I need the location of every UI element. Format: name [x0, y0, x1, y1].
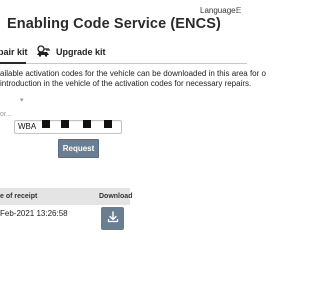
redaction-mask: [83, 120, 91, 128]
download-icon: [107, 210, 119, 228]
car-key-icon: [36, 44, 52, 57]
download-button[interactable]: [101, 207, 124, 230]
page-title: Enabling Code Service (ENCS): [7, 16, 221, 32]
active-tab-indicator: [0, 62, 26, 64]
chevron-down-icon: ▾: [20, 97, 24, 104]
language-selector[interactable]: E: [236, 6, 241, 15]
tab-repair-kit[interactable]: pair kit: [0, 47, 28, 61]
info-text: ailable activation codes for the vehicle…: [0, 69, 266, 89]
row-date: Feb-2021 13:26:58: [0, 209, 68, 218]
vin-label: or...: [0, 111, 12, 118]
info-line-1: ailable activation codes for the vehicle…: [0, 69, 266, 78]
info-line-2: introduction in the vehicle of the activ…: [0, 79, 252, 88]
request-button[interactable]: Request: [58, 139, 99, 158]
tab-upgrade-kit[interactable]: Upgrade kit: [56, 47, 106, 57]
column-header-date: e of receipt: [0, 193, 38, 200]
vin-value: WBA: [18, 122, 37, 131]
vehicle-select[interactable]: [6, 95, 46, 107]
column-header-download: Download: [99, 193, 133, 200]
redaction-mask: [61, 120, 69, 128]
language-label: Language:: [200, 6, 238, 15]
tab-bar-divider: [0, 63, 247, 64]
redaction-mask: [104, 120, 112, 128]
redaction-mask: [42, 120, 50, 128]
